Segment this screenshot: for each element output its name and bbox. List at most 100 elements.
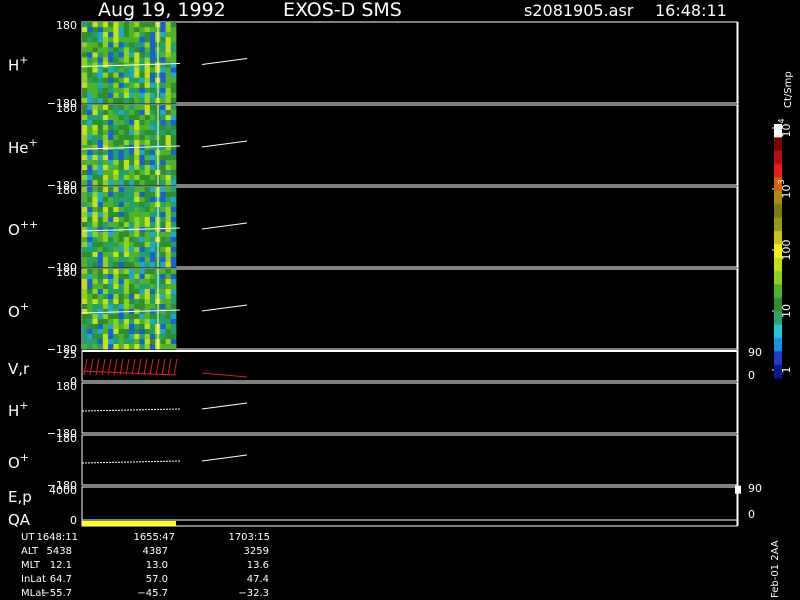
spectrogram-cell xyxy=(170,334,177,340)
spectrogram-cell xyxy=(165,202,172,208)
spectrogram-cell xyxy=(139,257,145,263)
spectrogram-cell xyxy=(144,37,151,43)
panel-3: O+180−180 xyxy=(8,266,738,356)
spectrogram-cell xyxy=(102,47,109,53)
spectrogram-cell xyxy=(170,27,177,33)
spectrogram-cell xyxy=(118,120,125,126)
spectrogram-cell xyxy=(118,289,125,295)
spectrogram-cell xyxy=(118,247,125,253)
spectrogram-cell xyxy=(82,37,88,43)
colorbar-swatch xyxy=(774,324,782,339)
spectrogram-cell xyxy=(82,242,88,248)
spectrogram-cell xyxy=(170,140,177,146)
spectrogram-cell xyxy=(87,155,93,161)
spectrogram-cell xyxy=(165,22,172,28)
spectrogram-cell xyxy=(165,294,172,300)
spectrogram-cell xyxy=(87,67,93,74)
spectrogram-cell xyxy=(92,202,98,208)
spectrogram-cell xyxy=(108,314,114,320)
spectrogram-cell xyxy=(97,180,104,186)
spectrogram-cell xyxy=(87,299,93,305)
spectrogram-cell xyxy=(149,37,156,43)
spectrogram-cell xyxy=(92,97,98,104)
spectrogram-cell xyxy=(160,329,166,335)
spectrogram-cell xyxy=(139,77,145,84)
spectrogram-cell xyxy=(82,87,88,94)
spectrogram-cell xyxy=(123,160,130,166)
spectrogram-cell xyxy=(82,92,88,99)
spectrogram-cell xyxy=(139,72,145,79)
spectrogram-cell xyxy=(108,212,114,218)
spectrogram-cell xyxy=(87,207,93,213)
panel-ytick-top: 25 xyxy=(63,348,77,361)
spectrogram-cell xyxy=(149,115,156,121)
spectrogram-cell xyxy=(97,242,104,248)
spectrogram-cell xyxy=(170,22,177,28)
spectrogram-cell xyxy=(97,237,104,243)
spectrogram-cell xyxy=(144,309,151,315)
spectrogram-cell xyxy=(92,87,98,94)
spectrogram-cell xyxy=(134,135,140,141)
spectrogram-cell xyxy=(108,252,114,258)
spectrogram-cell xyxy=(139,155,145,161)
spectrogram-cell xyxy=(165,217,172,223)
spectrogram-cell xyxy=(144,180,151,186)
spectrogram-cell xyxy=(118,242,125,248)
spectrogram-cell xyxy=(108,32,114,38)
spectrogram-cell xyxy=(97,319,104,325)
spectrogram-cell xyxy=(139,120,145,126)
spectrogram-cell xyxy=(87,165,93,171)
spectrogram-cell xyxy=(149,252,156,258)
spectrogram-cell xyxy=(144,242,151,248)
spectrogram-cell xyxy=(87,252,93,258)
spectrogram-cell xyxy=(139,115,145,121)
spectrogram-cell xyxy=(134,284,140,290)
spectrogram-cell xyxy=(149,140,156,146)
spectrogram-cell xyxy=(134,274,140,280)
spectrogram-cell xyxy=(123,324,130,330)
spectrogram-cell xyxy=(87,309,93,315)
spectrogram-cell xyxy=(160,289,166,295)
spectrogram-cell xyxy=(134,110,140,116)
spectrogram-cell xyxy=(149,170,156,176)
spectrogram-cell xyxy=(113,232,119,238)
spectrogram-cell xyxy=(97,227,104,233)
spectrogram-cell xyxy=(97,110,104,116)
panel-right-tick-bottom: 0 xyxy=(748,508,755,521)
spectrogram-cell xyxy=(134,324,140,330)
spectrogram-cell xyxy=(134,47,140,53)
spectrogram-cell xyxy=(113,105,119,111)
spectrogram-cell xyxy=(144,82,151,89)
spectrogram-cell xyxy=(87,339,93,345)
spectrogram-cell xyxy=(134,180,140,186)
spectrogram-cell xyxy=(118,92,125,99)
spectrogram-cell xyxy=(92,247,98,253)
spectrogram-cell xyxy=(149,227,156,233)
spectrogram-cell xyxy=(82,212,88,218)
colorbar-swatch xyxy=(774,351,782,366)
spectrogram-cell xyxy=(97,62,104,68)
spectrogram-cell xyxy=(102,27,109,33)
spectrogram-cell xyxy=(170,77,177,84)
spectrogram-cell xyxy=(97,67,104,74)
spectrogram-cell xyxy=(129,110,135,116)
spectrogram-cell xyxy=(129,92,135,99)
spectrogram-cell xyxy=(160,344,166,350)
spectrogram-cell xyxy=(92,304,98,310)
spectrogram-cell xyxy=(102,334,109,340)
spectrogram-cell xyxy=(129,329,135,335)
spectrogram-cell xyxy=(118,324,125,330)
spectrogram-cell xyxy=(149,324,156,330)
spectrogram-cell xyxy=(82,344,88,350)
spectrogram-cell xyxy=(102,87,109,94)
spectrogram-cell xyxy=(149,62,156,68)
panel-ytick-top: 180 xyxy=(56,102,77,115)
spectrogram-cell xyxy=(149,155,156,161)
spectrogram-cell xyxy=(113,187,119,193)
spectrogram-cell xyxy=(149,47,156,53)
spectrogram-cell xyxy=(97,192,104,198)
spectrogram-cell xyxy=(129,82,135,89)
spectrogram-cell xyxy=(102,42,109,48)
spectrogram-cell xyxy=(149,237,156,243)
spectrogram-cell xyxy=(113,294,119,300)
